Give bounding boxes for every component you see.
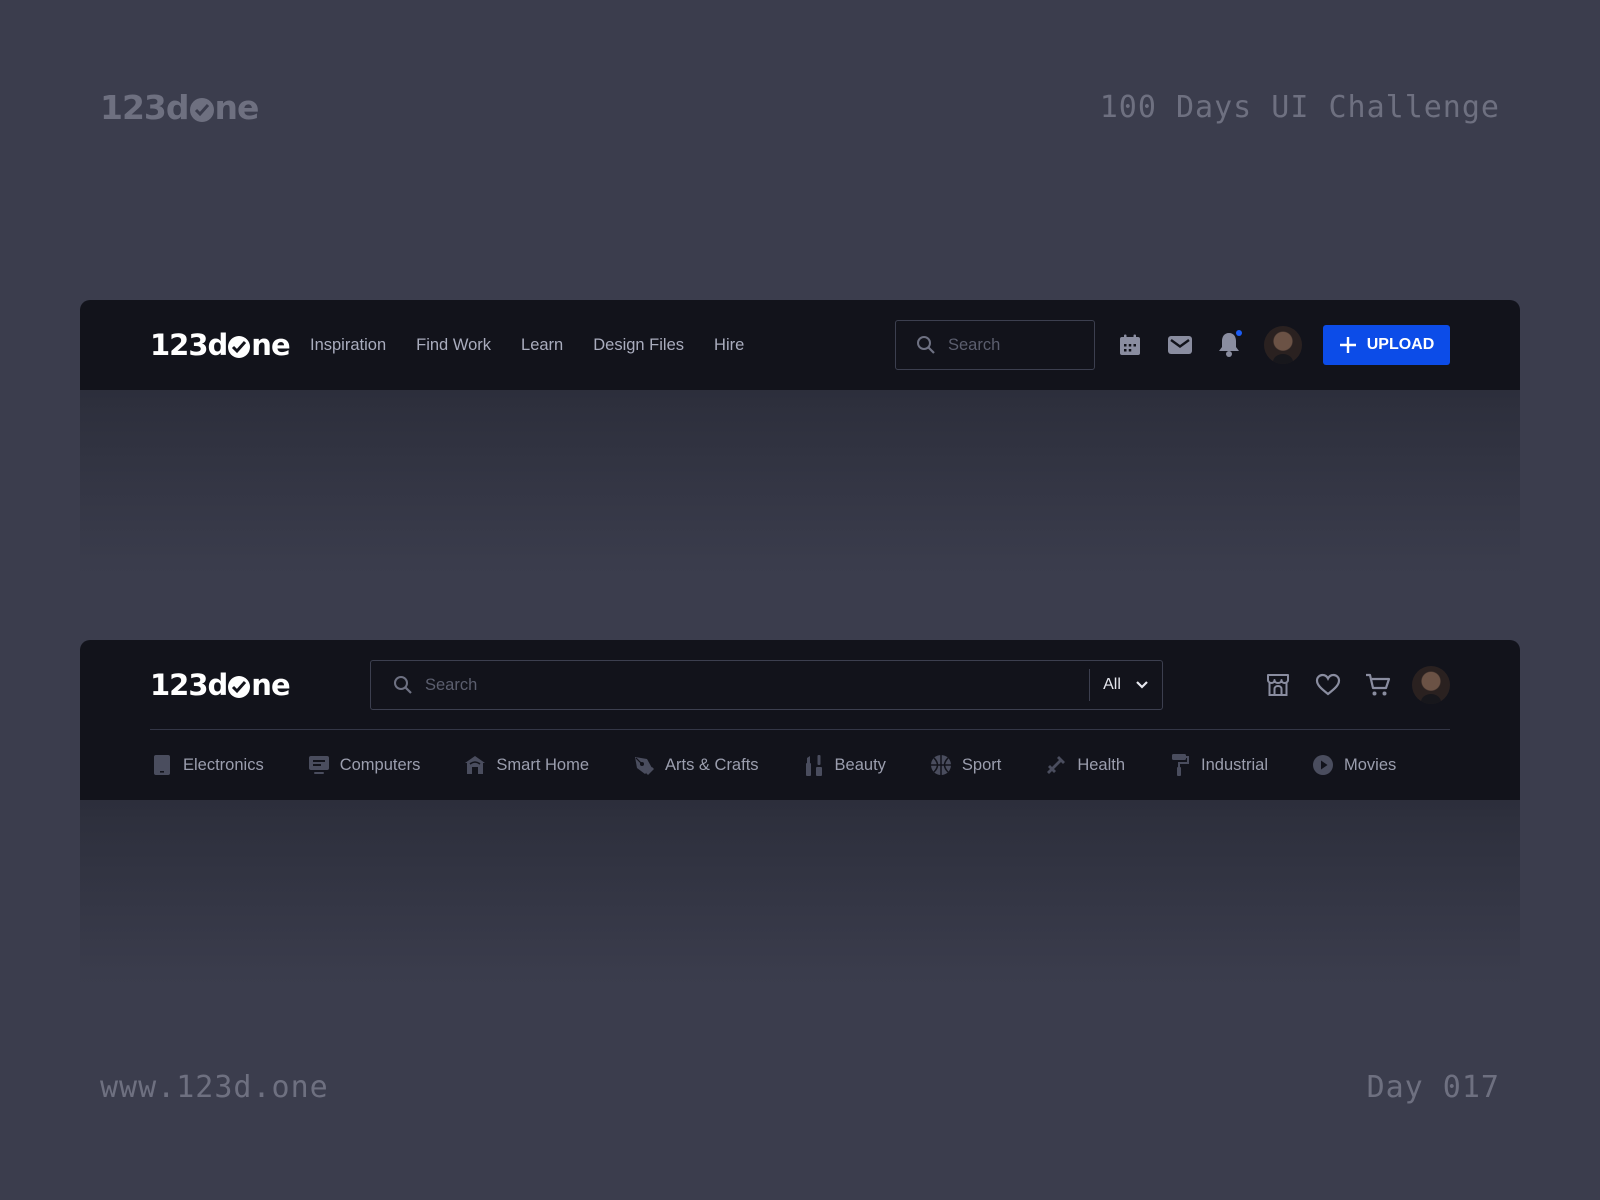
day-label: Day 017 — [1366, 1070, 1500, 1105]
check-icon — [228, 676, 251, 698]
cosmetics-icon — [802, 753, 826, 777]
category-label: Beauty — [834, 755, 886, 774]
page-brand-text-a: 123d — [100, 88, 190, 127]
top-navbar: 123d ne Inspiration Find Work Learn Desig… — [80, 300, 1520, 390]
avatar — [1412, 666, 1450, 704]
category-label: Electronics — [183, 755, 264, 774]
page-brand-logo: 123d ne — [100, 88, 260, 127]
main-nav-links: Inspiration Find Work Learn Design Files… — [310, 300, 774, 390]
mail-icon[interactable] — [1166, 331, 1194, 359]
category-beauty[interactable]: Beauty — [802, 753, 886, 777]
navbar-example-2: 123d ne Search All Electronics Computers… — [80, 640, 1520, 985]
search-placeholder: Search — [425, 675, 478, 694]
category-sport[interactable]: Sport — [929, 753, 1001, 777]
search-placeholder: Search — [948, 335, 1001, 354]
search-input[interactable]: Search — [371, 675, 1089, 695]
syringe-icon — [1044, 753, 1068, 777]
nav-link-find-work[interactable]: Find Work — [416, 336, 491, 355]
search-input[interactable]: Search — [895, 320, 1095, 370]
category-label: Computers — [339, 755, 421, 774]
upload-button[interactable]: UPLOAD — [1323, 325, 1450, 365]
home-icon — [463, 753, 487, 777]
category-movies[interactable]: Movies — [1311, 753, 1396, 777]
user-avatar[interactable] — [1412, 666, 1450, 704]
user-avatar[interactable] — [1264, 326, 1302, 364]
heart-icon[interactable] — [1314, 671, 1342, 699]
category-electronics[interactable]: Electronics — [150, 753, 264, 777]
logo-text-b: ne — [251, 668, 290, 702]
category-smart-home[interactable]: Smart Home — [463, 753, 589, 777]
product-search-bar: Search All — [370, 660, 1163, 710]
scope-value: All — [1103, 676, 1121, 693]
monitor-icon — [307, 753, 331, 777]
notification-dot — [1236, 330, 1242, 336]
category-label: Movies — [1344, 755, 1397, 774]
search-scope-dropdown[interactable]: All — [1090, 676, 1162, 694]
category-label: Sport — [961, 755, 1002, 774]
category-computers[interactable]: Computers — [307, 753, 421, 777]
category-nav: Electronics Computers Smart Home Arts & … — [150, 730, 1439, 800]
navbar-logo[interactable]: 123d ne — [150, 668, 291, 702]
calendar-icon[interactable] — [1116, 331, 1144, 359]
plus-icon — [1339, 337, 1356, 353]
upload-label: UPLOAD — [1366, 336, 1435, 353]
avatar — [1264, 326, 1302, 364]
logo-text-a: 123d — [150, 328, 228, 362]
nav-link-inspiration[interactable]: Inspiration — [310, 336, 386, 355]
challenge-title: 100 Days UI Challenge — [1099, 90, 1500, 125]
category-label: Health — [1077, 755, 1126, 774]
search-icon — [917, 336, 935, 354]
site-url: www.123d.one — [100, 1070, 329, 1105]
page-brand-text-b: ne — [214, 88, 260, 127]
category-label: Smart Home — [496, 755, 590, 774]
play-icon — [1311, 753, 1335, 777]
category-label: Arts & Crafts — [665, 755, 759, 774]
category-arts-crafts[interactable]: Arts & Crafts — [632, 753, 759, 777]
logo-text-a: 123d — [150, 668, 228, 702]
nav-link-learn[interactable]: Learn — [521, 336, 563, 355]
store-icon[interactable] — [1264, 671, 1292, 699]
category-industrial[interactable]: Industrial — [1168, 753, 1268, 777]
marketplace-navbar: 123d ne Search All Electronics Computers… — [80, 640, 1520, 800]
navbar-example-1: 123d ne Inspiration Find Work Learn Desig… — [80, 300, 1520, 575]
category-label: Industrial — [1201, 755, 1268, 774]
check-icon — [189, 97, 214, 122]
logo-text-b: ne — [251, 328, 290, 362]
navbar-logo[interactable]: 123d ne — [150, 328, 291, 362]
check-icon — [228, 336, 251, 358]
cart-icon[interactable] — [1364, 671, 1392, 699]
pen-tool-icon — [632, 753, 656, 777]
content-placeholder — [80, 800, 1520, 985]
basketball-icon — [929, 753, 953, 777]
bell-icon[interactable] — [1216, 329, 1244, 359]
search-icon — [394, 676, 412, 694]
content-placeholder — [80, 390, 1520, 575]
nav-link-design-files[interactable]: Design Files — [593, 336, 684, 355]
nav-link-hire[interactable]: Hire — [714, 336, 744, 355]
chevron-down-icon — [1136, 681, 1148, 689]
paint-roller-icon — [1168, 753, 1192, 777]
phone-icon — [150, 753, 174, 777]
category-health[interactable]: Health — [1044, 753, 1125, 777]
